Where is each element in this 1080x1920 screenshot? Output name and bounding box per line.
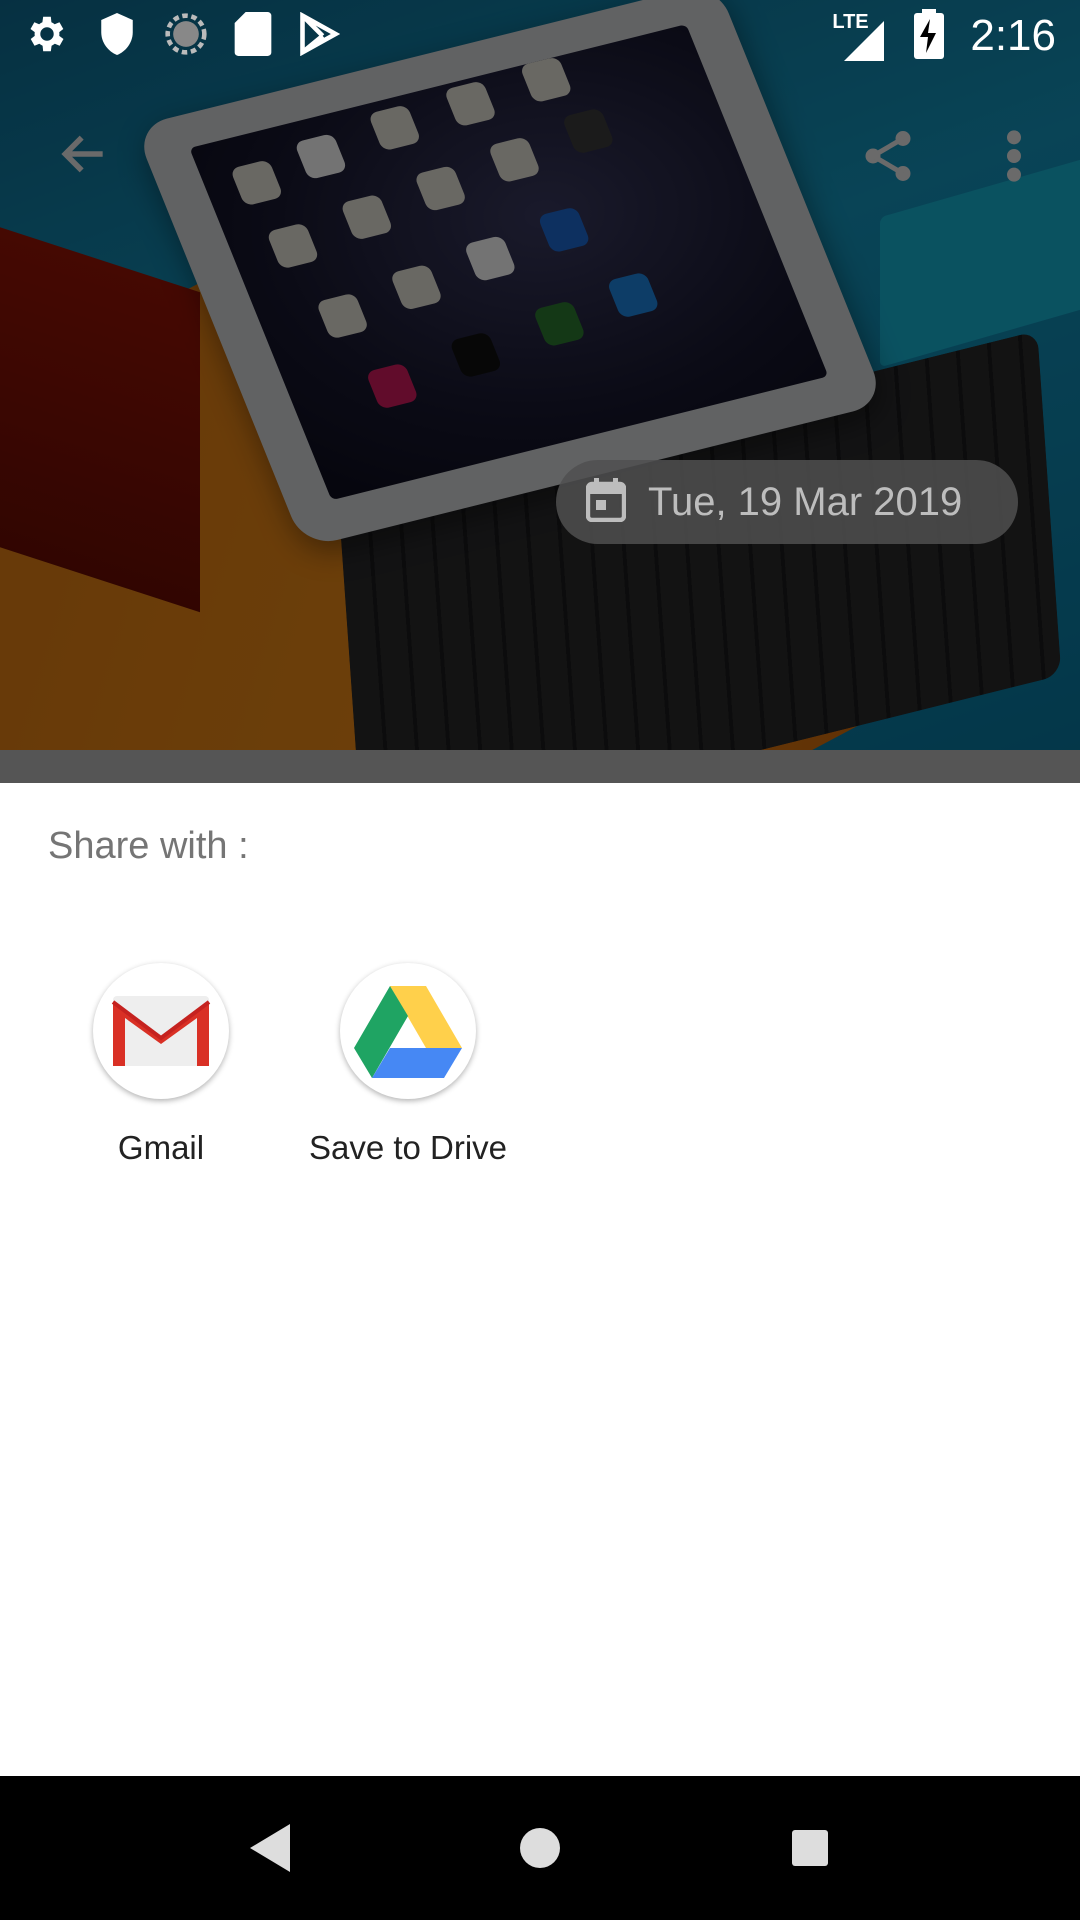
more-vert-icon[interactable] bbox=[998, 128, 1030, 189]
share-sheet-title: Share with : bbox=[48, 825, 249, 867]
calendar-icon bbox=[585, 477, 627, 527]
battery-charging-icon bbox=[914, 8, 945, 64]
status-bar: LTE 2:16 bbox=[0, 0, 1080, 72]
photo-preview bbox=[0, 0, 1080, 750]
dim-overlay[interactable] bbox=[0, 0, 1080, 750]
shield-icon bbox=[96, 11, 138, 62]
share-option-gmail[interactable]: Gmail bbox=[41, 963, 281, 1167]
date-chip[interactable]: Tue, 19 Mar 2019 bbox=[556, 460, 1018, 544]
navigation-bar bbox=[0, 1776, 1080, 1920]
date-label: Tue, 19 Mar 2019 bbox=[648, 479, 963, 524]
share-sheet: Share with : Gmail Save to Drive bbox=[0, 783, 1080, 1776]
arrow-back-icon[interactable] bbox=[54, 126, 114, 187]
gear-icon bbox=[24, 11, 70, 62]
status-time: 2:16 bbox=[970, 11, 1056, 60]
share-option-label: Gmail bbox=[117, 1129, 205, 1166]
google-drive-icon[interactable] bbox=[340, 963, 476, 1099]
nav-home-icon[interactable] bbox=[518, 1820, 562, 1881]
nav-back-icon[interactable] bbox=[246, 1820, 294, 1881]
status-left-icons bbox=[24, 11, 341, 62]
sd-card-icon bbox=[234, 11, 272, 61]
lte-signal-icon: LTE bbox=[832, 11, 888, 61]
sync-icon bbox=[164, 12, 208, 61]
share-icon[interactable] bbox=[858, 124, 918, 193]
share-option-label: Save to Drive bbox=[308, 1129, 508, 1166]
status-right-icons: LTE 2:16 bbox=[832, 8, 1056, 64]
share-option-drive[interactable]: Save to Drive bbox=[288, 963, 528, 1167]
play-store-icon bbox=[298, 11, 341, 61]
sheet-divider-strip bbox=[0, 750, 1080, 783]
gmail-icon[interactable] bbox=[93, 963, 229, 1099]
nav-recents-icon[interactable] bbox=[790, 1820, 830, 1881]
